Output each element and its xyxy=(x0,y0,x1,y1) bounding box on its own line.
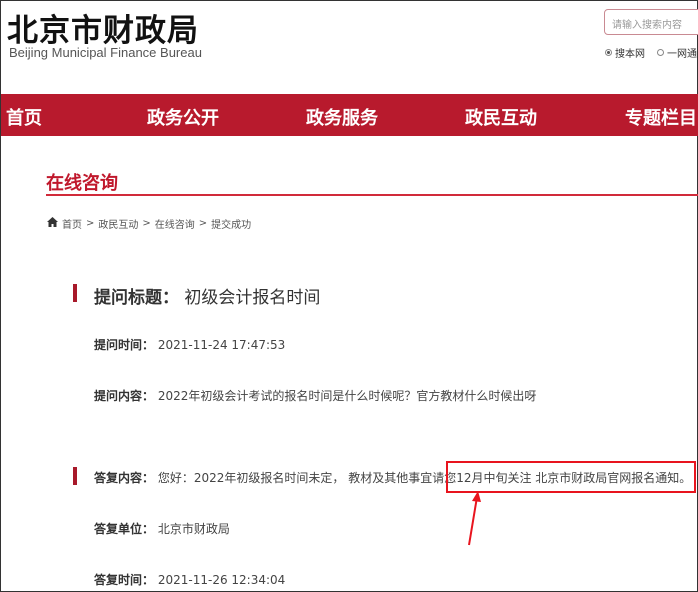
value: 2022年初级会计考试的报名时间是什么时候呢？官方教材什么时候出呀 xyxy=(157,389,537,403)
reply-marker xyxy=(73,467,77,485)
breadcrumb-interaction[interactable]: 政民互动 xyxy=(98,216,138,231)
breadcrumb-consult[interactable]: 在线咨询 xyxy=(155,216,195,231)
radio-label: 搜本网 xyxy=(615,49,645,60)
breadcrumb-sep: > xyxy=(86,218,95,229)
title-marker xyxy=(73,284,77,302)
logo-subtitle: Beijing Municipal Finance Bureau xyxy=(9,45,202,60)
breadcrumb-sep: > xyxy=(142,218,151,229)
value: 2021-11-26 12:34:04 xyxy=(157,573,286,587)
value: 北京市财政局 xyxy=(157,522,230,536)
value: 2021-11-24 17:47:53 xyxy=(157,338,286,352)
nav-gov-service[interactable]: 政务服务 xyxy=(306,104,378,130)
highlight-box xyxy=(446,461,696,493)
breadcrumb: 首页 > 政民互动 > 在线咨询 > 提交成功 xyxy=(47,216,251,231)
question-time: 提问时间： 2021-11-24 17:47:53 xyxy=(94,336,285,353)
question-title: 提问标题： 初级会计报名时间 xyxy=(94,283,320,308)
radio-label: 一网通 xyxy=(667,49,697,60)
radio-site[interactable]: 搜本网 xyxy=(605,45,645,60)
nav-topics[interactable]: 专题栏目 xyxy=(625,104,697,130)
radio-all[interactable]: 一网通 xyxy=(657,45,697,60)
breadcrumb-sep: > xyxy=(198,218,208,229)
nav-gov-open[interactable]: 政务公开 xyxy=(147,104,219,130)
nav-home[interactable]: 首页 xyxy=(6,104,42,130)
label: 答复时间： xyxy=(94,573,155,587)
label: 提问标题： xyxy=(94,288,179,308)
question-content: 提问内容： 2022年初级会计考试的报名时间是什么时候呢？官方教材什么时候出呀 xyxy=(94,387,536,404)
reply-time: 答复时间： 2021-11-26 12:34:04 xyxy=(94,571,285,588)
radio-checked-icon xyxy=(605,49,612,56)
question-title-value: 初级会计报名时间 xyxy=(184,288,321,308)
home-icon xyxy=(47,217,58,230)
main-nav: 首页 政务公开 政务服务 政民互动 专题栏目 xyxy=(1,94,698,136)
radio-unchecked-icon xyxy=(657,49,664,56)
annotation-arrow-icon xyxy=(468,491,481,546)
label: 答复内容： xyxy=(94,471,155,485)
value: 您好：2022年初级报名时间未定， 教材及其他事宜请 xyxy=(157,471,445,485)
section-divider xyxy=(46,194,698,196)
breadcrumb-home[interactable]: 首页 xyxy=(62,216,82,231)
label: 提问时间： xyxy=(94,338,155,352)
nav-interaction[interactable]: 政民互动 xyxy=(465,104,537,130)
label: 提问内容： xyxy=(94,389,155,403)
label: 答复单位： xyxy=(94,522,155,536)
logo-title[interactable]: 北京市财政局 xyxy=(7,5,199,50)
section-title: 在线咨询 xyxy=(46,173,118,194)
breadcrumb-current: 提交成功 xyxy=(211,220,252,231)
search-input[interactable]: 请输入搜索内容 xyxy=(604,9,698,35)
reply-unit: 答复单位： 北京市财政局 xyxy=(94,520,230,537)
